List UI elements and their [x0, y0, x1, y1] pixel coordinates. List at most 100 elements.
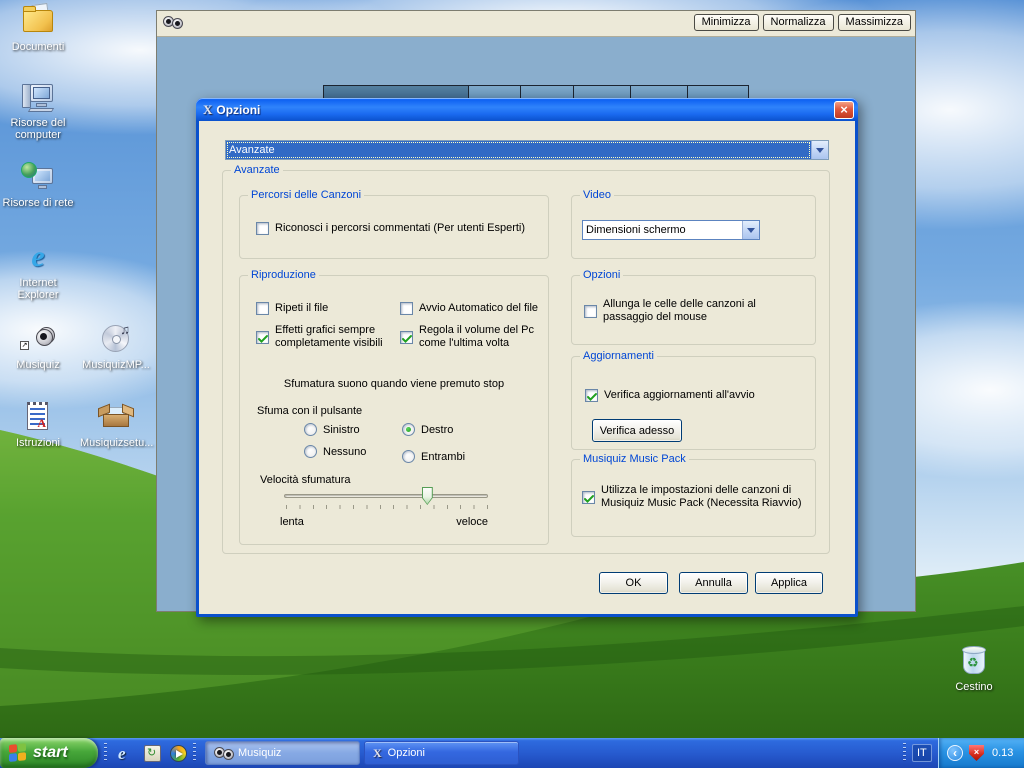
group-title: Video	[580, 189, 614, 201]
icon-label[interactable]: Internet Explorer	[2, 277, 74, 301]
group-title: Opzioni	[580, 269, 623, 281]
radio-circle[interactable]	[402, 423, 415, 436]
radio-destro[interactable]: Destro	[402, 423, 453, 436]
group-title: Percorsi delle Canzoni	[248, 189, 364, 201]
internet-explorer-icon: e	[21, 240, 55, 274]
musiquiz-icon: ↗	[21, 327, 55, 349]
document-icon: A	[27, 402, 48, 430]
checkbox-box[interactable]	[256, 302, 269, 315]
verifica-adesso-button[interactable]: Verifica adesso	[592, 419, 682, 442]
fade-button-label: Sfuma con il pulsante	[257, 405, 362, 417]
dialog-title: Opzioni	[216, 103, 260, 117]
icon-label[interactable]: MusiquizMP...	[80, 359, 152, 371]
internet-explorer-quicklaunch-icon[interactable]: e	[118, 745, 135, 762]
desktop-icon-musiquizsetup[interactable]: Musiquizsetu...	[80, 400, 152, 449]
desktop-icon-internet-explorer[interactable]: e Internet Explorer	[2, 240, 74, 301]
recycle-bin-icon: ♻	[963, 648, 985, 674]
hourglass-icon: X	[373, 747, 382, 760]
dimensioni-schermo-dropdown[interactable]: Dimensioni schermo	[582, 220, 760, 240]
desktop-icon-musiquiz[interactable]: ↗ Musiquiz	[2, 322, 74, 371]
musiquiz-window-toolbar: Minimizza Normalizza Massimizza	[157, 11, 915, 37]
hide-icons-chevron-icon[interactable]: ‹	[947, 745, 963, 761]
massimizza-button[interactable]: Massimizza	[838, 14, 911, 31]
media-player-icon[interactable]	[170, 745, 187, 762]
taskbar-separator	[104, 743, 107, 763]
icon-label[interactable]: Musiquiz	[2, 359, 74, 371]
group-title: Avanzate	[231, 164, 283, 176]
radio-circle[interactable]	[304, 423, 317, 436]
icon-label[interactable]: Musiquizsetu...	[80, 437, 152, 449]
close-icon[interactable]: ×	[834, 101, 854, 119]
slider-ticks	[286, 505, 488, 509]
icon-label[interactable]: Documenti	[2, 41, 74, 53]
radio-circle[interactable]	[304, 445, 317, 458]
riconosci-percorsi-checkbox[interactable]: Riconosci i percorsi commentati (Per ute…	[256, 222, 546, 235]
normalizza-button[interactable]: Normalizza	[763, 14, 834, 31]
slider-track[interactable]	[284, 494, 488, 498]
applica-button[interactable]: Applica	[755, 572, 823, 594]
slider-thumb[interactable]	[422, 487, 433, 505]
dialog-titlebar[interactable]: X Opzioni ×	[196, 98, 858, 121]
chevron-down-icon[interactable]	[742, 221, 759, 239]
avvio-automatico-checkbox[interactable]: Avvio Automatico del file	[400, 302, 538, 315]
computer-icon	[21, 80, 55, 114]
show-desktop-icon[interactable]	[144, 745, 161, 762]
desktop-icon-risorse-rete[interactable]: Risorse di rete	[0, 160, 76, 209]
regola-volume-checkbox[interactable]: Regola il volume del Pc come l'ultima vo…	[400, 324, 545, 350]
slider-max-label: veloce	[400, 516, 488, 528]
fade-speed-slider[interactable]	[284, 486, 488, 506]
ok-button[interactable]: OK	[599, 572, 668, 594]
chevron-down-icon[interactable]	[811, 141, 828, 159]
cd-icon: ♫	[102, 325, 129, 352]
category-dropdown-value: Avanzate	[226, 141, 811, 159]
desktop-icon-cestino[interactable]: ♻ Cestino	[942, 644, 1006, 693]
musiquiz-task-icon	[214, 747, 232, 760]
minimizza-button[interactable]: Minimizza	[694, 14, 759, 31]
verifica-aggiornamenti-checkbox[interactable]: Verifica aggiornamenti all'avvio	[585, 389, 755, 402]
icon-label[interactable]: Cestino	[942, 681, 1006, 693]
setup-box-icon	[99, 400, 133, 434]
task-button-opzioni[interactable]: X Opzioni	[364, 741, 519, 765]
start-button[interactable]: start	[0, 738, 98, 768]
checkbox-box[interactable]	[256, 331, 269, 344]
music-pack-checkbox[interactable]: Utilizza le impostazioni delle canzoni d…	[582, 484, 812, 510]
radio-sinistro[interactable]: Sinistro	[304, 423, 360, 436]
allunga-celle-checkbox[interactable]: Allunga le celle delle canzoni al passag…	[584, 298, 804, 324]
category-dropdown[interactable]: Avanzate	[225, 140, 829, 160]
music-pack-group: Musiquiz Music Pack Utilizza le impostaz…	[571, 459, 816, 537]
aggiornamenti-group: Aggiornamenti Verifica aggiornamenti all…	[571, 356, 816, 450]
desktop-icon-documenti[interactable]: Documenti	[2, 4, 74, 53]
icon-label[interactable]: Istruzioni	[2, 437, 74, 449]
icon-label[interactable]: Risorse di rete	[0, 197, 76, 209]
radio-entrambi[interactable]: Entrambi	[402, 450, 465, 463]
avanzate-group: Avanzate Percorsi delle Canzoni Riconosc…	[222, 170, 830, 554]
desktop-icon-risorse-computer[interactable]: Risorse del computer	[2, 80, 74, 141]
taskbar: start e Musiquiz X Opzioni IT ‹ × 0.13	[0, 738, 1024, 768]
radio-circle[interactable]	[402, 450, 415, 463]
desktop-icon-musiquizmp[interactable]: ♫ MusiquizMP...	[80, 322, 152, 371]
checkbox-box[interactable]	[256, 222, 269, 235]
slider-min-label: lenta	[280, 516, 304, 528]
checkbox-box[interactable]	[400, 331, 413, 344]
checkbox-box[interactable]	[400, 302, 413, 315]
musiquiz-app-icon	[163, 16, 185, 31]
language-indicator[interactable]: IT	[912, 744, 932, 762]
security-alert-icon[interactable]: ×	[969, 745, 984, 761]
desktop: Documenti Risorse del computer Risorse d…	[0, 0, 1024, 768]
checkbox-box[interactable]	[584, 305, 597, 318]
annulla-button[interactable]: Annulla	[679, 572, 748, 594]
system-tray: ‹ × 0.13	[938, 738, 1024, 768]
group-title: Aggiornamenti	[580, 350, 657, 362]
checkbox-box[interactable]	[582, 491, 595, 504]
radio-nessuno[interactable]: Nessuno	[304, 445, 366, 458]
shortcut-arrow-icon: ↗	[20, 341, 29, 350]
icon-label[interactable]: Risorse del computer	[2, 117, 74, 141]
opzioni-group: Opzioni Allunga le celle delle canzoni a…	[571, 275, 816, 345]
slider-label: Velocità sfumatura	[260, 474, 351, 486]
desktop-icon-istruzioni[interactable]: A Istruzioni	[2, 400, 74, 449]
checkbox-box[interactable]	[585, 389, 598, 402]
ripeti-file-checkbox[interactable]: Ripeti il file	[256, 302, 328, 315]
task-button-musiquiz[interactable]: Musiquiz	[205, 741, 360, 765]
effetti-grafici-checkbox[interactable]: Effetti grafici sempre completamente vis…	[256, 324, 401, 350]
video-group: Video Dimensioni schermo	[571, 195, 816, 259]
